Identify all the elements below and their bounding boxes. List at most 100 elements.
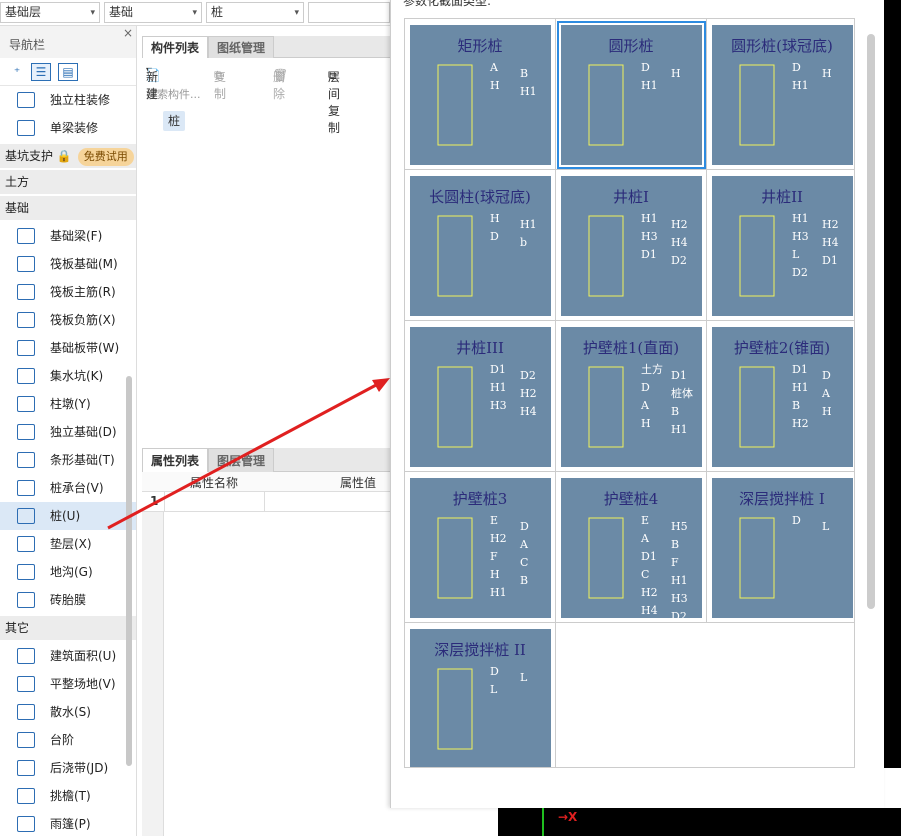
tab-component-list[interactable]: 构件列表 — [142, 36, 209, 58]
tab-property-list[interactable]: 属性列表 — [142, 448, 209, 472]
nav-cat-earth[interactable]: 土方 — [0, 170, 136, 194]
dimension-label: D1 — [641, 248, 657, 261]
section-type-option[interactable]: 护壁桩1(直面) 土方 D1 D 桩体 A B H H1 — [556, 321, 707, 472]
section-type-option[interactable]: 深层搅拌桩 I D L — [707, 472, 854, 623]
section-title: 护壁桩2(锥面) — [734, 339, 830, 357]
drawing-canvas[interactable]: →X — [498, 808, 901, 836]
section-type-option[interactable]: 矩形桩 A B H H1 — [405, 19, 556, 170]
component-icon — [17, 508, 35, 524]
nav-item[interactable]: 基础板带(W) — [0, 334, 136, 362]
type-dropdown[interactable]: 桩 ▾ — [206, 2, 304, 23]
nav-item-label: 建筑面积(U) — [50, 649, 117, 663]
component-dropdown[interactable] — [308, 2, 390, 23]
pile-diagram: 圆形桩 D H H1 — [588, 37, 681, 146]
section-type-option[interactable]: 护壁桩2(锥面) D1 D H1 A B H H2 — [707, 321, 854, 472]
nav-item-label: 雨篷(P) — [50, 817, 91, 831]
nav-item[interactable]: 后浇带(JD) — [0, 754, 136, 782]
section-type-option[interactable]: 护壁桩4 E H5 A B D1 F C H1 H2 H3 H4 D2 — [556, 472, 707, 623]
dimension-label: B — [671, 405, 679, 418]
new-button[interactable]: 📄 新建 ▾ — [146, 63, 161, 101]
dimension-label: H1 — [641, 79, 658, 92]
dimension-label: B — [520, 67, 528, 80]
dimension-label: B — [520, 574, 528, 587]
nav-item[interactable]: 桩承台(V) — [0, 474, 136, 502]
section-type-option[interactable]: 深层搅拌桩 II D L L — [405, 623, 556, 767]
tab-drawing-manage[interactable]: 图纸管理 — [208, 36, 275, 58]
nav-item[interactable]: 筏板主筋(R) — [0, 278, 136, 306]
grid-divider — [264, 492, 265, 512]
free-trial-badge[interactable]: 免费试用 — [77, 148, 134, 166]
nav-cat-foundation[interactable]: 基础 — [0, 196, 136, 220]
dimension-label: H1 — [671, 574, 688, 587]
section-thumbnail: 护壁桩4 E H5 A B D1 F C H1 H2 H3 H4 D2 — [561, 478, 702, 618]
dimension-label: H1 — [792, 381, 809, 394]
section-type-option[interactable]: 护壁桩3 E D H2 A F C H B H1 — [405, 472, 556, 623]
nav-item[interactable]: 条形基础(T) — [0, 446, 136, 474]
top-toolbar: 基础层 ▾ 基础 ▾ 桩 ▾ — [0, 0, 390, 26]
tab-layer-manage[interactable]: 图层管理 — [208, 448, 275, 472]
section-title: 井桩I — [613, 188, 649, 206]
nav-cat-other[interactable]: 其它 — [0, 616, 136, 640]
floor-dropdown[interactable]: 基础层 ▾ — [0, 2, 100, 23]
canvas-edge — [884, 0, 901, 768]
nav-item[interactable]: 柱墩(Y) — [0, 390, 136, 418]
section-type-option[interactable]: 长圆柱(球冠底) H H1 Db — [405, 170, 556, 321]
nav-item[interactable]: 独立柱装修 — [0, 86, 136, 114]
gallery-scrollbar[interactable] — [867, 34, 875, 609]
nav-item[interactable]: 独立基础(D) — [0, 418, 136, 446]
section-title: 深层搅拌桩 II — [434, 641, 526, 659]
nav-cat-earth-label: 土方 — [5, 175, 30, 189]
delete-label: 删除 — [273, 70, 286, 101]
pin-icon[interactable]: ⁺ — [7, 63, 27, 81]
dimension-label: H1 — [641, 212, 658, 225]
list-view-icon[interactable]: ☰ — [31, 63, 51, 81]
nav-item[interactable]: 台阶 — [0, 726, 136, 754]
nav-scrollbar[interactable] — [126, 376, 132, 766]
nav-item[interactable]: 散水(S) — [0, 698, 136, 726]
pile-shape — [437, 64, 473, 146]
dimension-label: H — [671, 67, 681, 80]
nav-item[interactable]: 平整场地(V) — [0, 670, 136, 698]
nav-item[interactable]: 筏板基础(M) — [0, 250, 136, 278]
section-title: 圆形桩 — [608, 37, 653, 55]
component-icon — [17, 564, 35, 580]
nav-item[interactable]: 建筑面积(U) — [0, 642, 136, 670]
dimension-label: H4 — [671, 236, 688, 249]
dimension-label: E — [490, 514, 498, 527]
dimension-label: L — [520, 671, 528, 684]
dimension-label: L — [490, 683, 498, 696]
nav-item[interactable]: 砖胎膜 — [0, 586, 136, 614]
nav-item[interactable]: 垫层(X) — [0, 530, 136, 558]
component-icon — [17, 424, 35, 440]
nav-item-label: 柱墩(Y) — [50, 397, 91, 411]
component-icon — [17, 340, 35, 356]
dimension-label: D — [792, 61, 801, 74]
component-icon — [17, 648, 35, 664]
nav-item[interactable]: 挑檐(T) — [0, 782, 136, 810]
section-type-option[interactable]: 圆形桩 D H H1 — [556, 19, 707, 170]
detail-view-icon[interactable]: ▤ — [58, 63, 78, 81]
nav-item[interactable]: 桩(U) — [0, 502, 136, 530]
component-search-input[interactable]: 搜索构件... — [142, 84, 390, 104]
nav-item[interactable]: 雨篷(P) — [0, 810, 136, 836]
new-label: 新建 — [146, 70, 159, 101]
nav-item[interactable]: 筏板负筋(X) — [0, 306, 136, 334]
component-icon — [17, 480, 35, 496]
close-icon[interactable]: × — [123, 26, 133, 40]
nav-cat-pit[interactable]: 基坑支护 🔒 免费试用 — [0, 144, 136, 168]
section-type-option[interactable]: 井桩I H1 H2 H3 H4 D1 D2 — [556, 170, 707, 321]
pile-shape — [739, 64, 775, 146]
category-dropdown[interactable]: 基础 ▾ — [104, 2, 202, 23]
nav-item[interactable]: 地沟(G) — [0, 558, 136, 586]
section-type-option[interactable]: 井桩II H1 H2 H3 H4 L D1 D2 — [707, 170, 854, 321]
section-thumbnail: 井桩III D1 D2 H1 H2 H3 H4 — [410, 327, 551, 467]
component-item-pile[interactable]: 桩 — [163, 111, 186, 131]
nav-item[interactable]: 基础梁(F) — [0, 222, 136, 250]
property-panel: 属性列表 图层管理 — [142, 448, 390, 472]
nav-item[interactable]: 单梁装修 — [0, 114, 136, 142]
nav-item[interactable]: 集水坑(K) — [0, 362, 136, 390]
property-row[interactable]: 1 — [142, 492, 390, 512]
section-type-option[interactable]: 井桩III D1 D2 H1 H2 H3 H4 — [405, 321, 556, 472]
dimension-label: D2 — [671, 610, 687, 618]
section-type-option[interactable]: 圆形桩(球冠底) D H H1 — [707, 19, 854, 170]
